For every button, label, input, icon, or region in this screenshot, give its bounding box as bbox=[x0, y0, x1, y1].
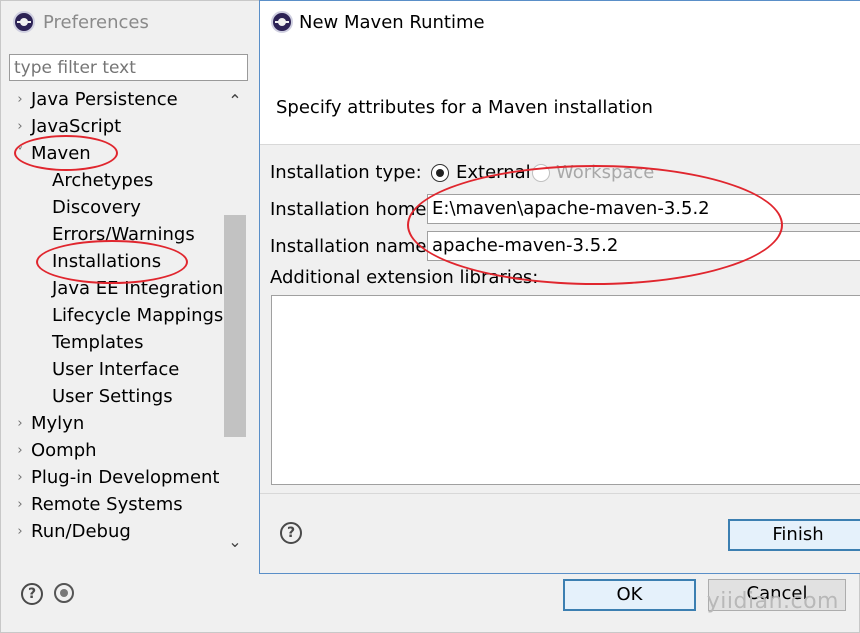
tree-item-label: Oomph bbox=[31, 440, 97, 461]
new-maven-runtime-dialog: New Maven Runtime Specify attributes for… bbox=[259, 0, 860, 574]
eclipse-icon bbox=[13, 11, 35, 33]
chevron-right-icon[interactable]: › bbox=[13, 92, 27, 107]
finish-button[interactable]: Finish bbox=[728, 519, 860, 551]
help-icon[interactable]: ? bbox=[21, 583, 43, 605]
tree-item-templates[interactable]: Templates bbox=[52, 329, 144, 356]
chevron-right-icon[interactable]: › bbox=[13, 497, 27, 512]
installation-type-label: Installation type: bbox=[270, 162, 422, 183]
annotation-ellipse-installations bbox=[36, 240, 188, 284]
tree-item-label: Archetypes bbox=[52, 170, 154, 191]
chevron-right-icon[interactable]: › bbox=[13, 443, 27, 458]
tree-item-discovery[interactable]: Discovery bbox=[52, 194, 141, 221]
filter-input[interactable] bbox=[9, 54, 248, 81]
installation-name-label: Installation name: bbox=[270, 236, 433, 257]
chevron-right-icon[interactable]: › bbox=[13, 119, 27, 134]
tree-item-archetypes[interactable]: Archetypes bbox=[52, 167, 153, 194]
tree-item-user-interface[interactable]: User Interface bbox=[52, 356, 179, 383]
chevron-right-icon[interactable]: › bbox=[13, 524, 27, 539]
dialog-separator bbox=[260, 493, 860, 494]
tree-item-label: Discovery bbox=[52, 197, 141, 218]
tree-item-java-persistence[interactable]: › Java Persistence bbox=[13, 86, 178, 113]
tree-item-label: Lifecycle Mappings bbox=[52, 305, 224, 326]
tree-item-label: User Settings bbox=[52, 386, 173, 407]
tree-item-label: Mylyn bbox=[31, 413, 85, 434]
dialog-header: Specify attributes for a Maven installat… bbox=[260, 43, 860, 145]
watermark: yiidian.com bbox=[706, 589, 839, 614]
tree-item-mylyn[interactable]: › Mylyn bbox=[13, 410, 84, 437]
tree-item-user-settings[interactable]: User Settings bbox=[52, 383, 173, 410]
tree-item-label: Java Persistence bbox=[31, 89, 178, 110]
scroll-up-icon[interactable]: ⌃ bbox=[223, 89, 247, 113]
dialog-title: New Maven Runtime bbox=[299, 11, 485, 33]
scroll-down-icon[interactable]: ⌄ bbox=[223, 530, 247, 554]
tree-item-remote-systems[interactable]: › Remote Systems bbox=[13, 491, 183, 518]
tree-item-label: Plug-in Development bbox=[31, 467, 220, 488]
import-preferences-icon[interactable] bbox=[54, 583, 74, 603]
dialog-subtitle: Specify attributes for a Maven installat… bbox=[276, 97, 653, 118]
dialog-titlebar: New Maven Runtime bbox=[260, 1, 860, 43]
chevron-right-icon[interactable]: › bbox=[13, 470, 27, 485]
preferences-titlebar: Preferences bbox=[13, 9, 149, 35]
tree-item-label: JavaScript bbox=[31, 116, 122, 137]
external-radio[interactable] bbox=[431, 164, 449, 182]
tree-item-lifecycle-mappings[interactable]: Lifecycle Mappings bbox=[52, 302, 223, 329]
ok-button[interactable]: OK bbox=[563, 579, 696, 611]
scroll-thumb[interactable] bbox=[224, 215, 246, 437]
annotation-ellipse-fields bbox=[407, 165, 783, 285]
tree-item-label: User Interface bbox=[52, 359, 180, 380]
eclipse-icon bbox=[271, 11, 293, 33]
tree-item-label: Run/Debug bbox=[31, 521, 131, 542]
annotation-ellipse-maven bbox=[14, 135, 118, 171]
help-icon[interactable]: ? bbox=[280, 522, 302, 544]
finish-button-label: Finish bbox=[772, 524, 824, 545]
tree-scrollbar[interactable]: ⌃ ⌄ bbox=[223, 89, 247, 554]
tree-item-oomph[interactable]: › Oomph bbox=[13, 437, 97, 464]
tree-item-run-debug[interactable]: › Run/Debug bbox=[13, 518, 131, 545]
extension-libraries-list[interactable] bbox=[271, 295, 860, 485]
chevron-right-icon[interactable]: › bbox=[13, 416, 27, 431]
tree-item-plug-in-development[interactable]: › Plug-in Development bbox=[13, 464, 220, 491]
tree-item-label: Remote Systems bbox=[31, 494, 183, 515]
tree-item-label: Templates bbox=[52, 332, 144, 353]
preferences-title: Preferences bbox=[43, 11, 149, 33]
